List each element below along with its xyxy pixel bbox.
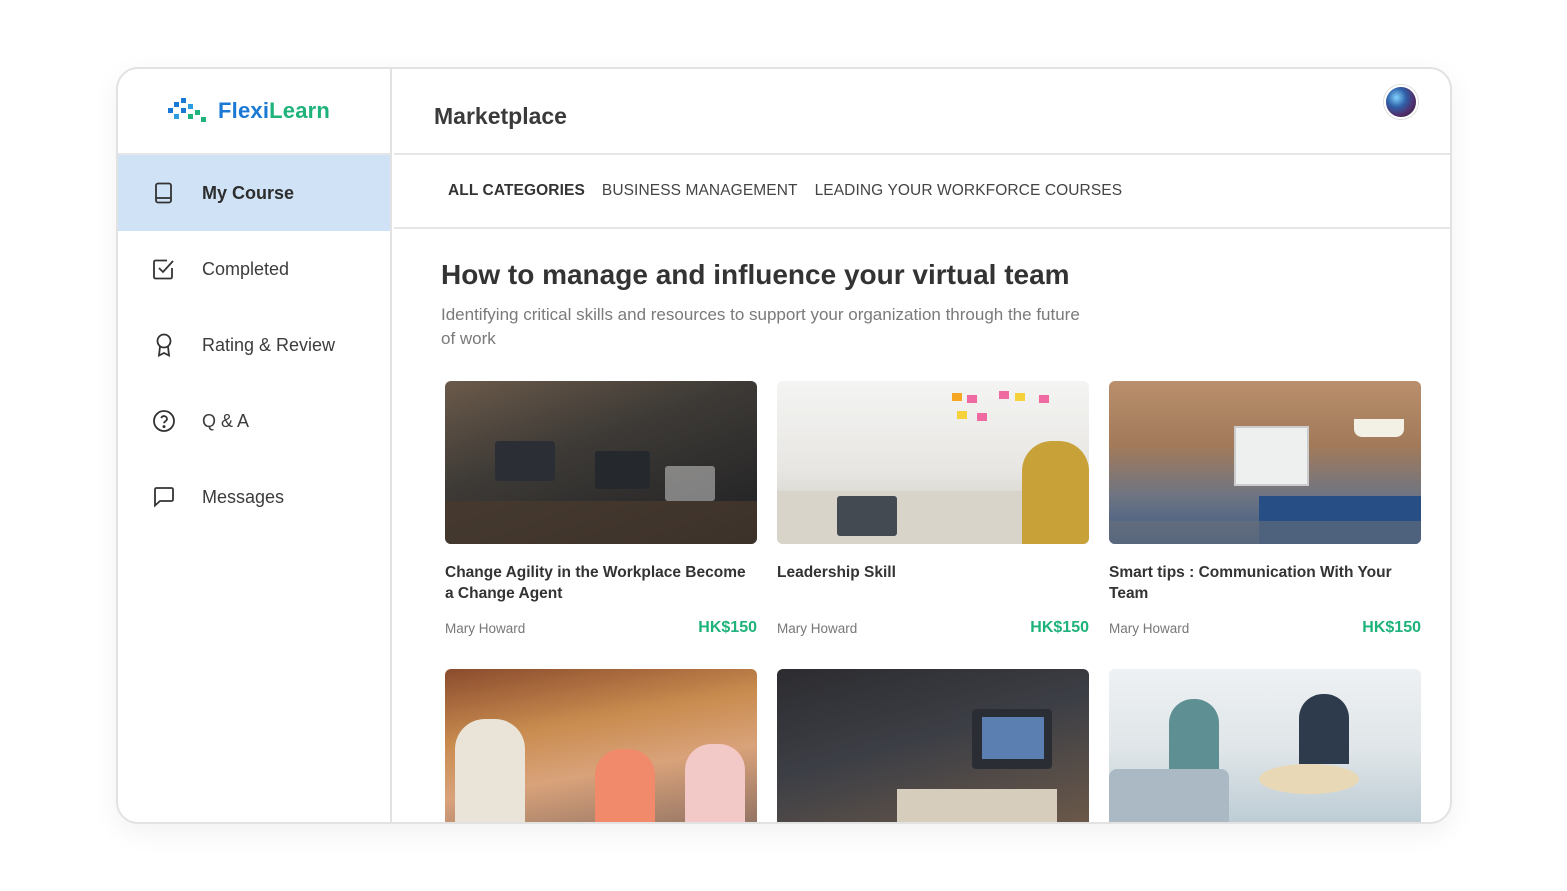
app-window: FlexiLearn My Course Completed Rating & …	[116, 67, 1452, 824]
tab-all-categories[interactable]: ALL CATEGORIES	[448, 182, 585, 200]
brand-name-part2: Learn	[269, 98, 331, 123]
course-author: Mary Howard	[777, 620, 858, 636]
award-ribbon-icon	[152, 333, 176, 357]
course-grid: Change Agility in the Workplace Become a…	[445, 381, 1421, 822]
course-author: Mary Howard	[1109, 620, 1190, 636]
course-card[interactable]	[1109, 669, 1421, 822]
top-bar: Marketplace	[394, 69, 1450, 155]
section-title: How to manage and influence your virtual…	[441, 259, 1070, 290]
brand-logo[interactable]: FlexiLearn	[118, 69, 390, 155]
course-card[interactable]: Smart tips : Communication With Your Tea…	[1109, 381, 1421, 637]
checkbox-icon	[152, 257, 176, 281]
course-thumbnail[interactable]	[777, 381, 1089, 544]
page-title: Marketplace	[434, 103, 567, 129]
course-price: HK$150	[698, 619, 757, 636]
user-avatar[interactable]	[1384, 85, 1418, 119]
category-tabs: ALL CATEGORIES BUSINESS MANAGEMENT LEADI…	[394, 155, 1450, 229]
sidebar-item-label: Messages	[202, 486, 285, 507]
course-price: HK$150	[1030, 619, 1089, 636]
brand-name: FlexiLearn	[218, 98, 330, 124]
course-title[interactable]: Smart tips : Communication With Your Tea…	[1109, 562, 1421, 604]
course-card[interactable]	[777, 669, 1089, 822]
sidebar-item-my-course[interactable]: My Course	[118, 155, 390, 231]
brand-name-part1: Flexi	[218, 98, 270, 123]
sidebar-item-messages[interactable]: Messages	[118, 459, 390, 535]
sidebar-item-label: Rating & Review	[202, 334, 336, 355]
sidebar-item-completed[interactable]: Completed	[118, 231, 390, 307]
course-meta: Mary Howard HK$150	[445, 619, 757, 637]
sidebar: FlexiLearn My Course Completed Rating & …	[118, 69, 392, 822]
course-card[interactable]: Change Agility in the Workplace Become a…	[445, 381, 757, 637]
course-thumbnail[interactable]	[445, 381, 757, 544]
course-meta: Mary Howard HK$150	[777, 619, 1089, 637]
course-meta: Mary Howard HK$150	[1109, 619, 1421, 637]
course-title[interactable]: Change Agility in the Workplace Become a…	[445, 562, 757, 604]
section-subtitle: Identifying critical skills and resource…	[441, 305, 1080, 348]
tab-leading-workforce[interactable]: LEADING YOUR WORKFORCE COURSES	[815, 182, 1123, 200]
sidebar-item-qa[interactable]: Q & A	[118, 383, 390, 459]
sidebar-item-rating-review[interactable]: Rating & Review	[118, 307, 390, 383]
course-thumbnail[interactable]	[1109, 669, 1421, 822]
sidebar-item-label: My Course	[202, 182, 295, 203]
course-thumbnail[interactable]	[445, 669, 757, 822]
question-circle-icon	[152, 409, 176, 433]
logo-icon	[168, 98, 206, 124]
sidebar-item-label: Completed	[202, 258, 290, 279]
course-thumbnail[interactable]	[1109, 381, 1421, 544]
main-panel: Marketplace ALL CATEGORIES BUSINESS MANA…	[394, 69, 1450, 822]
message-bubble-icon	[152, 485, 176, 509]
book-icon	[152, 181, 176, 205]
course-price: HK$150	[1362, 619, 1421, 636]
tab-business-management[interactable]: BUSINESS MANAGEMENT	[602, 182, 798, 200]
course-title[interactable]: Leadership Skill	[777, 562, 1089, 604]
course-thumbnail[interactable]	[777, 669, 1089, 822]
course-section: How to manage and influence your virtual…	[441, 259, 1421, 822]
course-author: Mary Howard	[445, 620, 526, 636]
sidebar-item-label: Q & A	[202, 410, 250, 431]
course-card[interactable]	[445, 669, 757, 822]
course-card[interactable]: Leadership Skill Mary Howard HK$150	[777, 381, 1089, 637]
